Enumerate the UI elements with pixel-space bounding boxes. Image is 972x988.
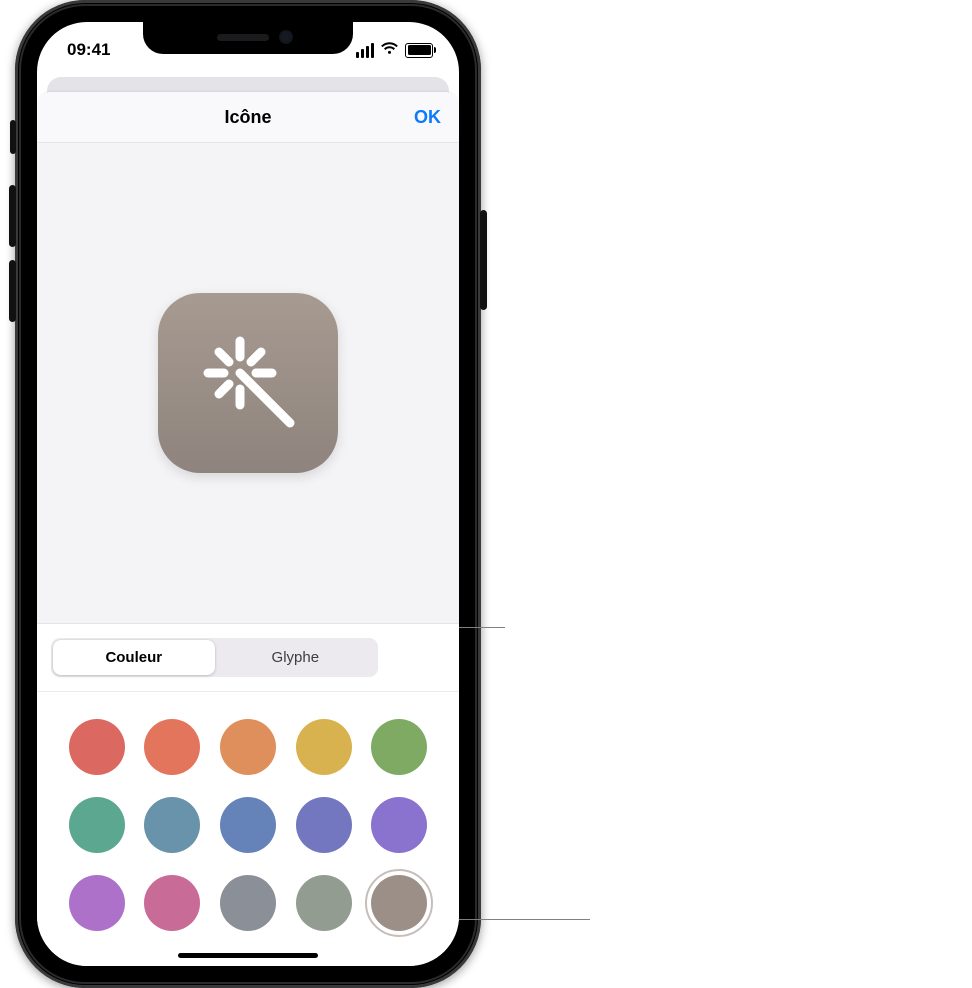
color-swatch-taupe[interactable] [371,875,427,931]
color-swatch-purple[interactable] [69,875,125,931]
wifi-icon [380,40,399,60]
color-swatch-indigo[interactable] [296,797,352,853]
home-indicator[interactable] [178,953,318,958]
color-swatch-green[interactable] [371,719,427,775]
icon-editor-sheet: Icône OK [37,92,459,966]
status-indicators [356,40,433,60]
color-swatch-violet[interactable] [371,797,427,853]
volume-up-button [9,185,16,247]
color-swatch-yellow[interactable] [296,719,352,775]
color-swatch-slate[interactable] [220,875,276,931]
segmented-control: Couleur Glyphe [51,638,378,677]
mute-switch [10,120,16,154]
volume-down-button [9,260,16,322]
notch [143,22,353,54]
clock: 09:41 [67,40,110,60]
color-grid [37,692,459,966]
color-swatch-orange[interactable] [220,719,276,775]
color-swatch-teal[interactable] [69,797,125,853]
segment-color[interactable]: Couleur [53,640,215,675]
color-swatch-steel-blue[interactable] [144,797,200,853]
icon-preview-area [37,143,459,624]
sheet-navbar: Icône OK [37,92,459,143]
power-button [480,210,487,310]
color-swatch-blue[interactable] [220,797,276,853]
magic-wand-icon [188,321,308,446]
color-swatch-pink[interactable] [144,875,200,931]
color-swatch-red[interactable] [69,719,125,775]
cellular-icon [356,43,374,58]
sheet-title: Icône [224,107,271,128]
color-swatch-coral[interactable] [144,719,200,775]
screen: 09:41 Icôn [37,22,459,966]
screen-content: Icône OK [37,22,459,966]
battery-icon [405,43,433,58]
color-swatch-sage[interactable] [296,875,352,931]
segment-row: Couleur Glyphe [37,624,459,692]
segment-glyph[interactable]: Glyphe [215,640,377,675]
confirm-button[interactable]: OK [414,107,441,128]
iphone-frame: 09:41 Icôn [15,0,481,988]
icon-preview [158,293,338,473]
